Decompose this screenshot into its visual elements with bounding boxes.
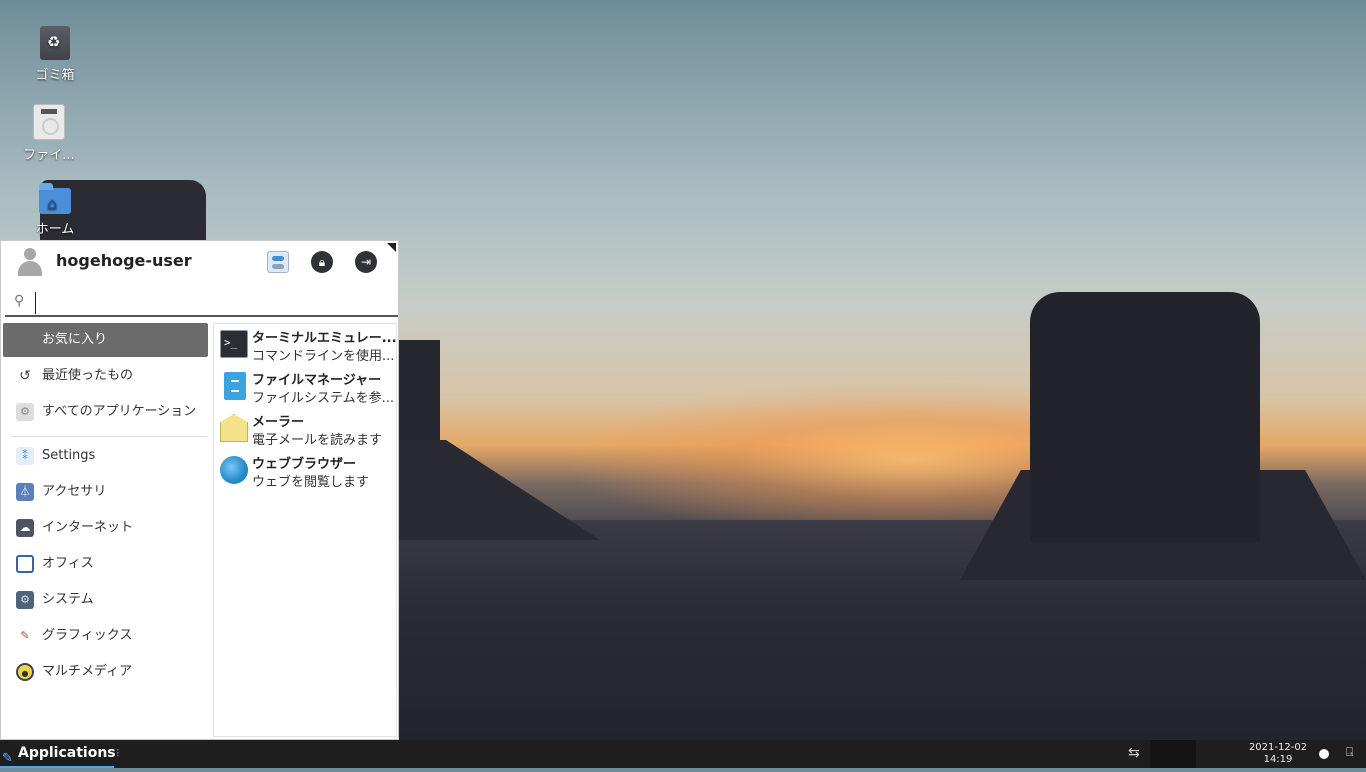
app-description: コマンドラインを使用... — [252, 349, 395, 364]
logout-button[interactable]: ⇥ — [355, 251, 377, 273]
disk-icon — [33, 104, 65, 140]
taskbar: ✎ Applications ⁝ ⇆ 2021-12-02 14:19 ⍈ — [0, 740, 1366, 768]
app-name: ターミナルエミュレー... — [252, 331, 397, 346]
web-browser-icon — [220, 456, 248, 484]
app-description: ウェブを閲覧します — [252, 475, 370, 490]
star-icon — [16, 331, 34, 349]
app-description: ファイルシステムを参... — [252, 391, 395, 406]
app-name: ファイルマネージャー — [252, 373, 382, 388]
multimedia-icon: ● — [16, 663, 34, 681]
session-exit-icon[interactable]: ⍈ — [1346, 745, 1353, 760]
history-icon: ↺ — [19, 368, 31, 384]
username: hogehoge-user — [56, 251, 192, 270]
category-accessories[interactable]: ⏃ アクセサリ — [3, 475, 208, 509]
app-name: ウェブブラウザー — [252, 457, 357, 472]
app-mail-reader[interactable]: メーラー 電子メールを読みます — [216, 408, 394, 448]
network-icon[interactable]: ⇆ — [1128, 745, 1140, 761]
trash-icon — [40, 26, 70, 60]
category-graphics[interactable]: ✎ グラフィックス — [3, 619, 208, 653]
category-multimedia[interactable]: ● マルチメディア — [3, 655, 208, 689]
app-file-manager[interactable]: ファイルマネージャー ファイルシステムを参... — [216, 366, 394, 406]
applications-menu-button[interactable]: ✎ Applications — [0, 740, 116, 768]
internet-icon: ☁ — [16, 519, 34, 537]
category-label: システム — [42, 592, 94, 607]
desktop-icon-home[interactable]: ホーム — [15, 183, 95, 237]
desktop-icon-filesystem[interactable]: ファイ... — [9, 104, 89, 163]
search-bar: ⚲ — [5, 289, 398, 317]
desktop-icon-label: ホーム — [35, 222, 75, 237]
clock[interactable]: 2021-12-02 14:19 — [1240, 742, 1316, 766]
search-input[interactable] — [35, 292, 390, 314]
category-label: グラフィックス — [42, 628, 133, 643]
category-internet[interactable]: ☁ インターネット — [3, 511, 208, 545]
lock-screen-button[interactable]: 🔒︎ — [311, 251, 333, 273]
app-name: メーラー — [252, 415, 305, 430]
all-apps-icon: ⚙ — [16, 403, 34, 421]
category-label: Settings — [42, 448, 96, 463]
workspace-switcher[interactable] — [1150, 740, 1196, 768]
settings-icon: ⁑ — [16, 447, 34, 465]
category-all-applications[interactable]: ⚙ すべてのアプリケーション — [3, 395, 208, 429]
wallpaper-butte-right — [1030, 292, 1260, 542]
desktop-icon-label: ゴミ箱 — [35, 68, 75, 83]
graphics-icon: ✎ — [20, 629, 30, 642]
logout-icon: ⇥ — [360, 255, 372, 269]
user-avatar-icon — [17, 248, 43, 276]
category-favorites[interactable]: お気に入り — [3, 323, 208, 357]
file-manager-icon — [224, 372, 246, 400]
app-terminal-emulator[interactable]: >_ ターミナルエミュレー... コマンドラインを使用... — [216, 324, 397, 364]
category-system[interactable]: ⚙ システム — [3, 583, 208, 617]
category-label: すべてのアプリケーション — [42, 404, 197, 419]
terminal-icon: >_ — [220, 330, 248, 358]
accessories-icon: ⏃ — [16, 483, 34, 501]
desktop-icon-trash[interactable]: ゴミ箱 — [15, 26, 95, 83]
clock-date: 2021-12-02 — [1248, 742, 1308, 753]
notification-icon[interactable] — [1319, 749, 1329, 759]
menu-header: hogehoge-user 🔒︎ ⇥ — [1, 241, 399, 287]
lock-icon: 🔒︎ — [318, 255, 326, 269]
category-label: オフィス — [42, 556, 94, 571]
app-description: 電子メールを読みます — [252, 433, 383, 448]
category-recent[interactable]: ↺ 最近使ったもの — [3, 359, 208, 393]
category-divider — [11, 436, 207, 437]
search-icon: ⚲ — [14, 293, 25, 309]
category-label: アクセサリ — [42, 484, 107, 499]
settings-manager-button[interactable] — [267, 251, 289, 273]
application-list: >_ ターミナルエミュレー... コマンドラインを使用... ファイルマネージャ… — [213, 323, 397, 737]
category-label: 最近使ったもの — [42, 368, 134, 383]
category-list: お気に入り ↺ 最近使ったもの ⚙ すべてのアプリケーション ⁑ Setting… — [3, 323, 208, 738]
category-settings[interactable]: ⁑ Settings — [3, 439, 208, 473]
panel-handle-icon[interactable]: ⁝ — [116, 746, 120, 760]
app-web-browser[interactable]: ウェブブラウザー ウェブを閲覧します — [216, 450, 394, 490]
category-label: お気に入り — [42, 332, 108, 347]
mail-icon — [220, 414, 248, 442]
clock-time: 14:19 — [1263, 754, 1293, 765]
desktop-icon-label: ファイ... — [23, 148, 75, 163]
category-label: マルチメディア — [42, 664, 133, 679]
system-icon: ⚙ — [16, 591, 34, 609]
application-menu: hogehoge-user 🔒︎ ⇥ ⚲ お気に入り ↺ 最近使ったもの ⚙ す… — [0, 240, 399, 740]
category-office[interactable]: オフィス — [3, 547, 208, 581]
home-folder-icon — [39, 183, 71, 214]
category-label: インターネット — [42, 520, 134, 535]
applications-label: Applications — [18, 745, 116, 761]
office-icon — [16, 555, 34, 573]
